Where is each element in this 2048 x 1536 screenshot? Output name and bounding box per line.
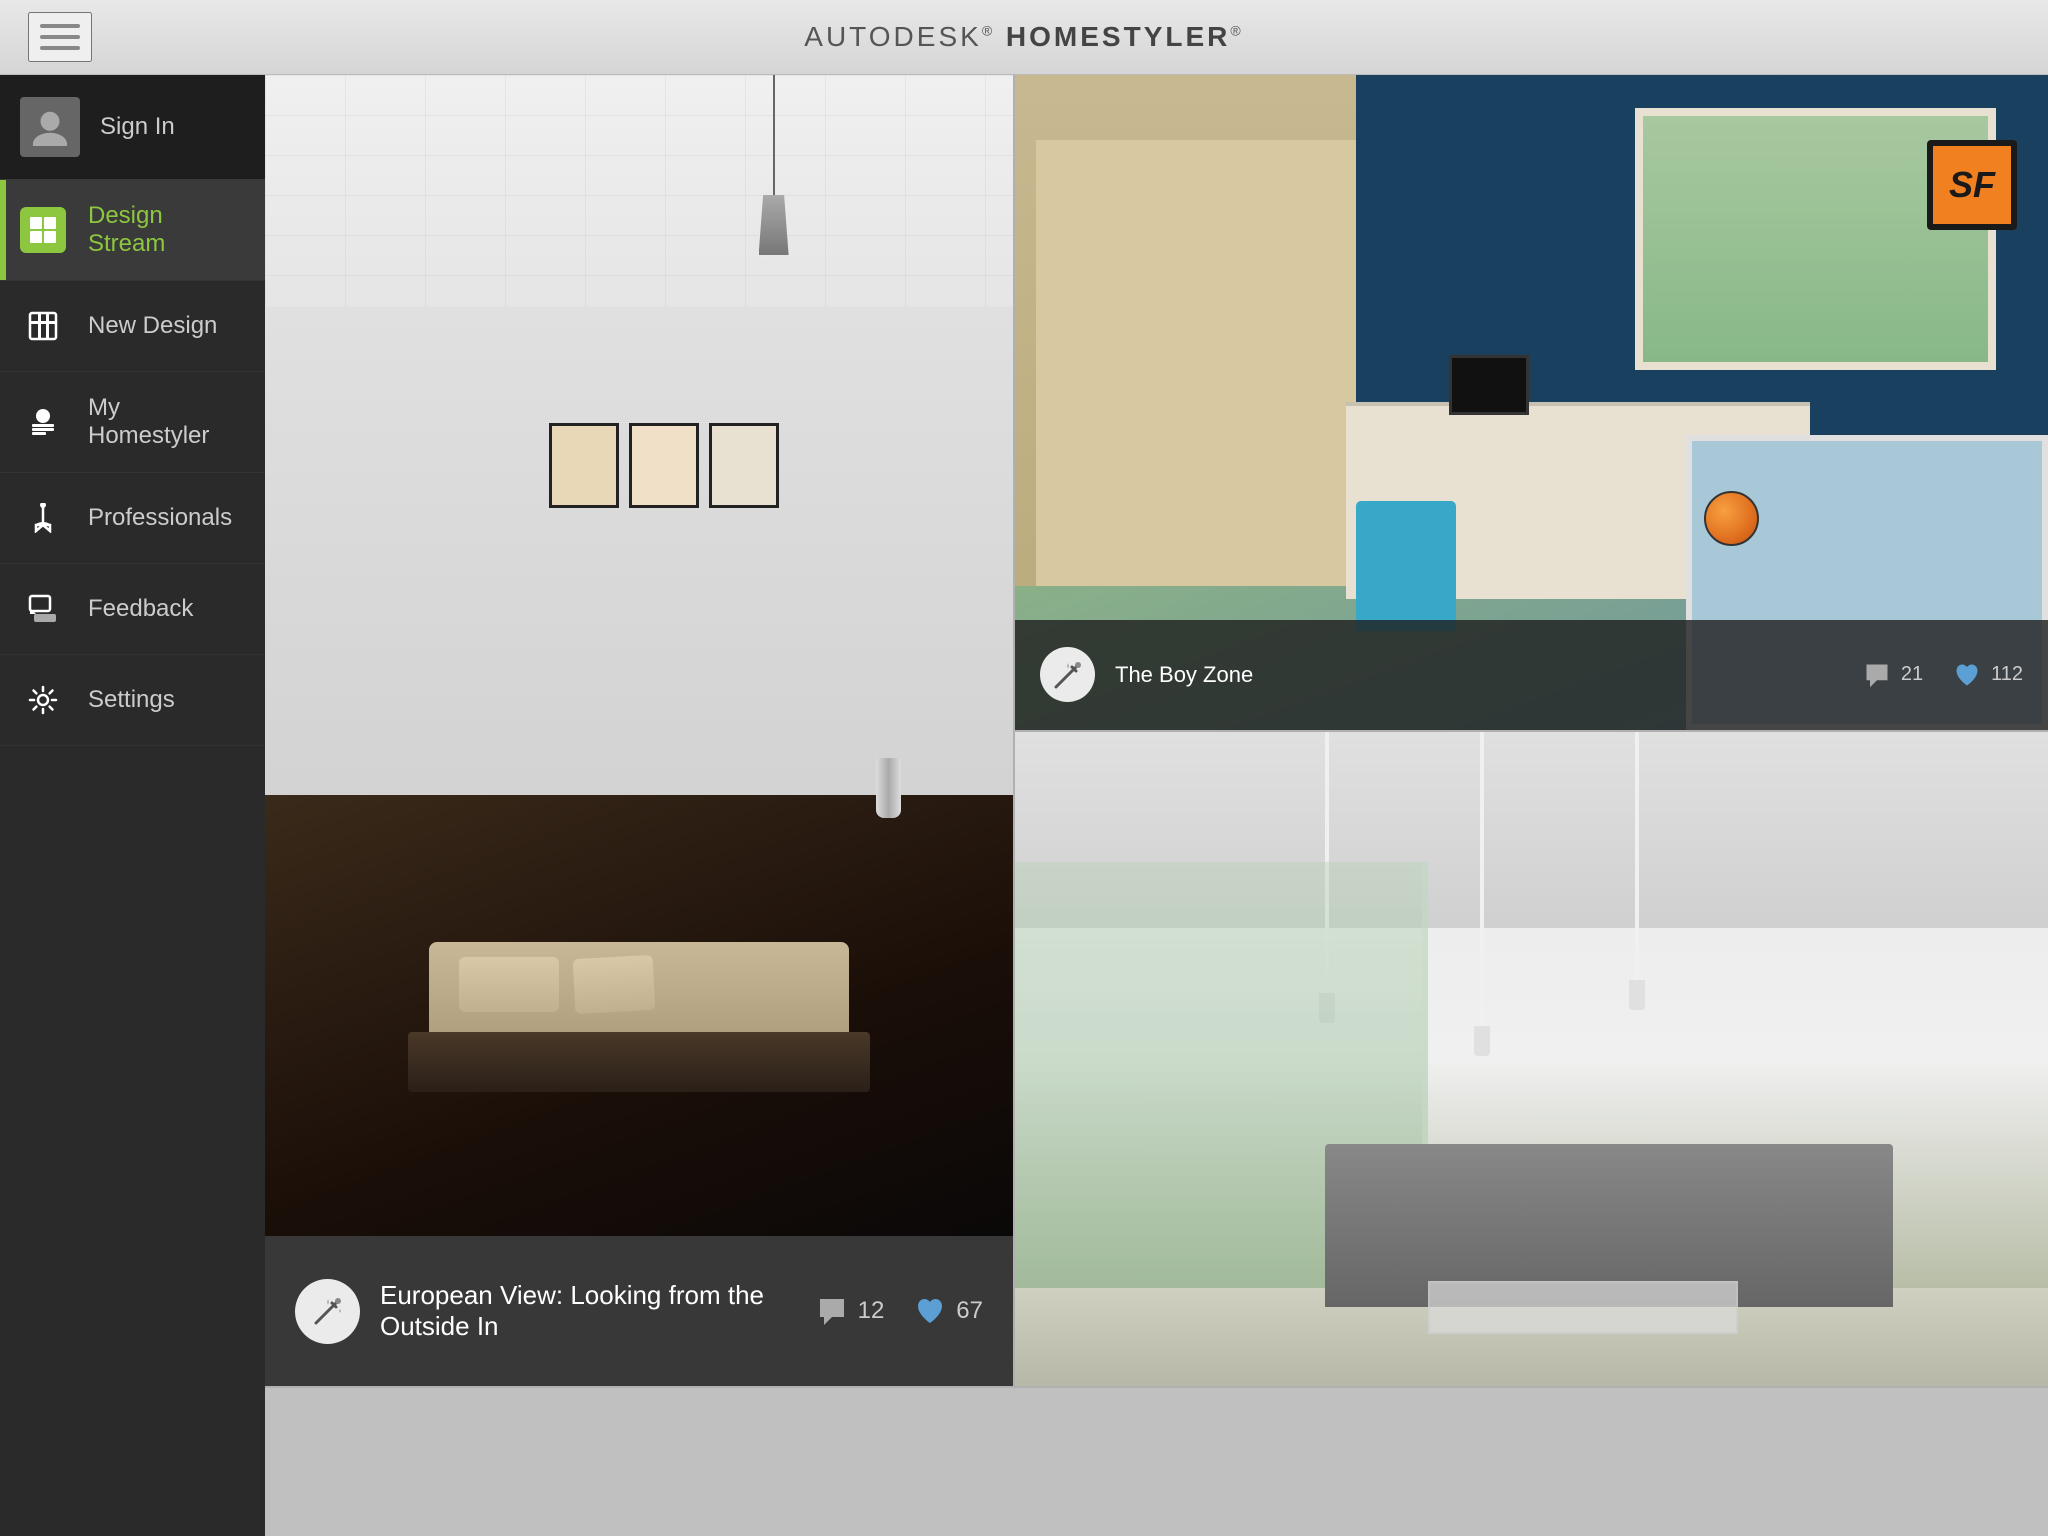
sidebar-item-professionals[interactable]: Professionals bbox=[0, 473, 265, 564]
top-right-comment-stat: 21 bbox=[1863, 661, 1923, 689]
pillow-right bbox=[573, 955, 656, 1014]
artwork-group bbox=[549, 423, 779, 508]
bed-mattress bbox=[408, 1032, 870, 1092]
top-right-design[interactable]: SF bbox=[1015, 75, 2048, 732]
bed bbox=[429, 942, 849, 1062]
top-bar: AUTODESK® HOMESTYLER® bbox=[0, 0, 2048, 75]
vase-body bbox=[876, 758, 901, 818]
settings-icon bbox=[20, 677, 66, 723]
comment-icon bbox=[816, 1295, 848, 1327]
sidebar-label-feedback: Feedback bbox=[88, 595, 193, 623]
top-right-like-stat: 112 bbox=[1953, 661, 2023, 689]
mr-pendant-3 bbox=[1635, 732, 1639, 981]
top-right-magic-button[interactable] bbox=[1040, 647, 1095, 702]
avatar bbox=[20, 97, 80, 157]
bedroom-scene bbox=[265, 75, 1013, 1236]
my-homestyler-icon bbox=[20, 399, 66, 445]
comment-icon-2 bbox=[1863, 661, 1891, 689]
lamp-cord bbox=[773, 75, 775, 195]
sidebar-label-professionals: Professionals bbox=[88, 504, 232, 532]
feedback-icon bbox=[20, 586, 66, 632]
basketball bbox=[1704, 491, 1759, 546]
sidebar-item-new-design[interactable]: New Design bbox=[0, 281, 265, 372]
top-right-overlay: The Boy Zone 21 bbox=[1015, 620, 2048, 730]
mr-pendant-2 bbox=[1480, 732, 1484, 1027]
pendant-lamp bbox=[759, 75, 789, 255]
artwork-1 bbox=[549, 423, 619, 508]
sidebar-item-design-stream[interactable]: Design Stream bbox=[0, 180, 265, 281]
pillow-left bbox=[459, 957, 559, 1012]
content-area: European View: Looking from the Outside … bbox=[265, 75, 2048, 1536]
bz-monitor bbox=[1449, 355, 1529, 415]
sidebar-item-feedback[interactable]: Feedback bbox=[0, 564, 265, 655]
top-right-title: The Boy Zone bbox=[1115, 662, 1253, 688]
design-stream-icon bbox=[20, 207, 66, 253]
hamburger-line bbox=[40, 46, 80, 50]
professionals-icon-svg bbox=[28, 503, 58, 533]
bottom-strip bbox=[265, 1386, 2048, 1536]
lamp-shade bbox=[759, 195, 789, 255]
main-like-count: 67 bbox=[956, 1297, 983, 1325]
artwork-3 bbox=[709, 423, 779, 508]
heart-icon bbox=[914, 1295, 946, 1327]
sidebar-label-new-design: New Design bbox=[88, 312, 217, 340]
main-design-panel[interactable]: European View: Looking from the Outside … bbox=[265, 75, 1013, 1386]
bz-chair bbox=[1356, 501, 1456, 631]
reg-mark2: ® bbox=[1230, 23, 1243, 39]
hamburger-line bbox=[40, 24, 80, 28]
top-right-meta: The Boy Zone bbox=[1040, 647, 1253, 702]
user-avatar-icon bbox=[31, 108, 69, 146]
main-like-stat: 67 bbox=[914, 1295, 983, 1327]
menu-button[interactable] bbox=[28, 12, 92, 62]
sidebar-label-design-stream: Design Stream bbox=[88, 202, 245, 258]
main-design-overlay: European View: Looking from the Outside … bbox=[265, 1236, 1013, 1386]
sf-giants-logo: SF bbox=[1927, 140, 2017, 230]
mr-table bbox=[1428, 1281, 1738, 1333]
new-design-icon bbox=[20, 303, 66, 349]
app-title-prefix: AUTODESK bbox=[804, 21, 982, 52]
mr-shade-3 bbox=[1629, 980, 1645, 1010]
main-comment-stat: 12 bbox=[816, 1295, 885, 1327]
modern-room-scene bbox=[1015, 732, 2048, 1387]
app-title-main: HOMESTYLER bbox=[1006, 21, 1230, 52]
top-right-comment-count: 21 bbox=[1901, 663, 1923, 686]
main-design-image bbox=[265, 75, 1013, 1236]
designs-grid: European View: Looking from the Outside … bbox=[265, 75, 2048, 1386]
feedback-icon-svg bbox=[28, 594, 58, 624]
sidebar: Sign In Design Stream bbox=[0, 75, 265, 1536]
sidebar-item-settings[interactable]: Settings bbox=[0, 655, 265, 746]
bottom-right-design[interactable] bbox=[1015, 732, 2048, 1387]
wand-icon-2 bbox=[1050, 657, 1086, 693]
app-title: AUTODESK® HOMESTYLER® bbox=[804, 21, 1243, 53]
main-design-stats: 12 67 bbox=[816, 1295, 983, 1327]
reg-mark: ® bbox=[982, 23, 995, 39]
wand-icon bbox=[310, 1293, 346, 1329]
settings-icon-svg bbox=[28, 685, 58, 715]
main-design-title: European View: Looking from the Outside … bbox=[380, 1280, 816, 1342]
my-homestyler-icon-svg bbox=[28, 407, 58, 437]
main-layout: Sign In Design Stream bbox=[0, 75, 2048, 1536]
design-stream-icon-svg bbox=[28, 215, 58, 245]
professionals-icon bbox=[20, 495, 66, 541]
artwork-2 bbox=[629, 423, 699, 508]
hamburger-line bbox=[40, 35, 80, 39]
main-comment-count: 12 bbox=[858, 1297, 885, 1325]
sidebar-item-my-homestyler[interactable]: My Homestyler bbox=[0, 372, 265, 473]
new-design-icon-svg bbox=[28, 311, 58, 341]
right-panel: SF bbox=[1013, 75, 2048, 1386]
mr-shade-2 bbox=[1474, 1026, 1490, 1056]
heart-icon-2 bbox=[1953, 661, 1981, 689]
sign-in-area[interactable]: Sign In bbox=[0, 75, 265, 180]
top-right-stats: 21 112 bbox=[1863, 661, 2023, 689]
design-meta: European View: Looking from the Outside … bbox=[295, 1279, 816, 1344]
sidebar-label-settings: Settings bbox=[88, 686, 175, 714]
sidebar-label-my-homestyler: My Homestyler bbox=[88, 394, 245, 450]
sign-in-label: Sign In bbox=[100, 113, 175, 141]
vase bbox=[876, 758, 901, 818]
magic-button[interactable] bbox=[295, 1279, 360, 1344]
top-right-like-count: 112 bbox=[1991, 663, 2023, 686]
